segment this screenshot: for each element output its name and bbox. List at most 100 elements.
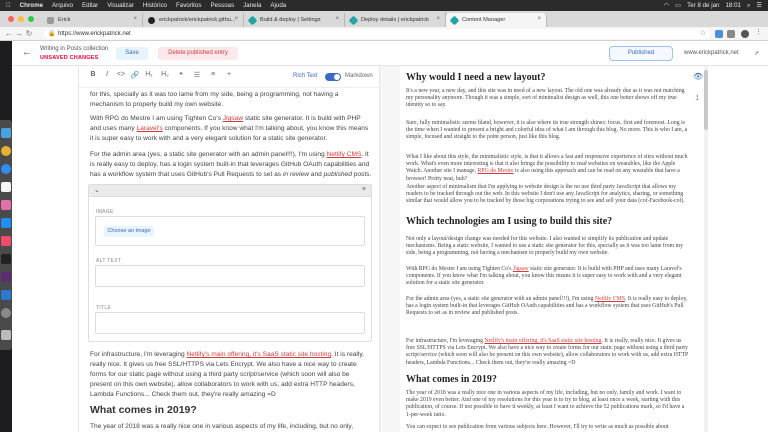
text: published — [323, 171, 352, 178]
rpg-do-mestre-link[interactable]: RPG do Mestre — [478, 168, 514, 174]
netlify-cms-link[interactable]: Netlify CMS — [327, 151, 362, 158]
url-field[interactable]: 🔒 https://www.erickpatrick.net — [44, 29, 710, 39]
menu-item-arquivo[interactable]: Arquivo — [52, 2, 73, 9]
heading-two-button[interactable]: H₂ — [159, 71, 171, 78]
tab-bar: Erick × erickpatrick/erickpatrick.githu.… — [0, 11, 768, 27]
close-icon[interactable]: × — [362, 186, 366, 193]
editor-heading[interactable]: What comes in 2019? — [90, 404, 197, 416]
close-tab-icon[interactable]: × — [133, 16, 137, 22]
editor-paragraph[interactable]: The year of 2018 was a really nice one i… — [90, 422, 372, 432]
tab-content-manager[interactable]: Content Manager × — [446, 13, 547, 27]
italic-button[interactable]: I — [101, 71, 113, 78]
save-button[interactable]: Save — [116, 47, 148, 60]
calendar-icon[interactable] — [1, 182, 11, 192]
music-icon[interactable] — [1, 236, 11, 246]
clock-time[interactable]: 18:01 — [725, 2, 740, 9]
jigsaw-link[interactable]: Jigsaw — [513, 266, 529, 272]
back-arrow-icon[interactable]: ← — [22, 47, 32, 58]
menu-item-historico[interactable]: Histórico — [143, 2, 167, 9]
netlify-hosting-link[interactable]: Netlify's main offering, it's SaaS stati… — [187, 351, 332, 358]
text: With RPG do Mestre I am using Tighten Co… — [406, 266, 513, 272]
battery-icon[interactable]: ▭ — [675, 2, 681, 9]
tab-erick[interactable]: Erick × — [42, 13, 143, 27]
wifi-icon[interactable]: ◠ — [664, 2, 669, 9]
chevron-down-icon[interactable]: ⌄ — [94, 186, 100, 194]
bulleted-list-button[interactable]: ☰ — [191, 71, 203, 79]
finder-icon[interactable] — [1, 128, 11, 138]
choose-image-button[interactable]: Choose an image — [104, 226, 154, 237]
menu-item-janela[interactable]: Janela — [243, 2, 261, 9]
trash-icon[interactable] — [1, 330, 11, 340]
terminal-icon[interactable] — [1, 254, 11, 264]
bold-button[interactable]: B — [87, 71, 99, 78]
tab-deploy-details[interactable]: Deploy details | erickpatrick × — [345, 13, 446, 27]
menu-item-visualizar[interactable]: Visualizar — [107, 2, 134, 9]
alt-text-input[interactable] — [95, 265, 365, 287]
tab-github[interactable]: erickpatrick/erickpatrick.githu... × — [143, 13, 244, 27]
apple-icon[interactable]:  — [6, 2, 11, 9]
add-component-button[interactable]: + — [223, 71, 235, 78]
netlify-cms-link[interactable]: Netlify CMS — [595, 296, 625, 302]
maximize-window-icon[interactable] — [28, 16, 34, 22]
star-icon[interactable]: ☆ — [700, 29, 708, 37]
netlify-hosting-link[interactable]: Netlify's main offering, it's SaaS stati… — [484, 338, 601, 344]
photos-icon[interactable] — [1, 200, 11, 210]
vscode-icon[interactable] — [1, 290, 11, 300]
search-icon[interactable]: ⌕ — [747, 2, 750, 10]
menu-bar:  Chrome Arquivo Editar Visualizar Histó… — [0, 0, 768, 11]
menu-item-editar[interactable]: Editar — [82, 2, 98, 9]
quote-button[interactable]: ❝ — [175, 71, 187, 79]
app-store-icon[interactable] — [1, 218, 11, 228]
menu-item-pessoas[interactable]: Pessoas — [210, 2, 234, 9]
minimize-window-icon[interactable] — [18, 16, 24, 22]
editor-paragraph[interactable]: With RPG do Mestre I am using Tighten Co… — [90, 114, 372, 144]
toggle-knob — [334, 74, 340, 80]
pane-divider[interactable] — [380, 66, 400, 432]
laravel-link[interactable]: Laravel's — [137, 125, 163, 132]
menu-list-icon[interactable]: ☰ — [756, 2, 762, 9]
jigsaw-link[interactable]: Jigsaw — [223, 115, 243, 122]
chrome-icon[interactable] — [1, 146, 11, 156]
rich-text-label: Rich Text — [293, 73, 318, 79]
title-input[interactable] — [95, 312, 365, 334]
heading-one-button[interactable]: H₁ — [143, 71, 155, 78]
menu-item-ajuda[interactable]: Ajuda — [270, 2, 286, 9]
safari-icon[interactable] — [1, 164, 11, 174]
link-button[interactable]: 🔗 — [129, 71, 141, 79]
text: and — [308, 171, 324, 178]
clock-date[interactable]: Ter 8 de jan — [687, 2, 719, 9]
editor-paragraph[interactable]: for this, specially as it was too lame f… — [90, 90, 372, 110]
image-field: Choose an image — [95, 216, 365, 246]
forward-icon[interactable]: → — [14, 29, 24, 38]
editor-mode-toggle[interactable] — [325, 73, 341, 81]
delete-published-button[interactable]: Delete published entry — [158, 47, 238, 60]
tab-build-deploy[interactable]: Build & deploy | Settings × — [244, 13, 345, 27]
menu-item-chrome[interactable]: Chrome — [20, 2, 43, 9]
back-icon[interactable]: ← — [4, 29, 14, 38]
slack-icon[interactable] — [1, 272, 11, 282]
eye-icon[interactable]: 👁 — [693, 72, 703, 81]
github-icon — [148, 17, 155, 24]
close-window-icon[interactable] — [8, 16, 14, 22]
close-tab-icon[interactable]: × — [335, 16, 339, 22]
settings-icon[interactable] — [1, 308, 11, 318]
editor-paragraph[interactable]: For the admin area (yes, a static site g… — [90, 150, 372, 180]
lock-icon[interactable]: 🔒 — [48, 29, 55, 39]
scrollbar-thumb[interactable] — [704, 70, 708, 130]
extension-icon[interactable] — [727, 30, 735, 38]
code-button[interactable]: <> — [115, 71, 127, 78]
profile-avatar-icon[interactable] — [741, 30, 749, 38]
numbered-list-button[interactable]: ≡ — [207, 71, 219, 78]
published-button[interactable]: Published — [609, 46, 673, 61]
chrome-menu-icon[interactable]: ⋮ — [755, 28, 763, 36]
reload-icon[interactable]: ↻ — [24, 29, 34, 38]
external-link-icon[interactable]: ↗ — [754, 50, 759, 57]
extension-icon[interactable] — [715, 30, 723, 38]
close-tab-icon[interactable]: × — [436, 16, 440, 22]
editor-paragraph[interactable]: For infrastructure, I'm leveraging Netli… — [90, 350, 372, 400]
sync-scroll-icon[interactable]: ↕ — [695, 92, 700, 102]
close-tab-icon[interactable]: × — [234, 16, 238, 22]
close-tab-icon[interactable]: × — [537, 16, 541, 22]
site-link[interactable]: www.erickpatrick.net — [684, 50, 739, 56]
menu-item-favoritos[interactable]: Favoritos — [176, 2, 201, 9]
